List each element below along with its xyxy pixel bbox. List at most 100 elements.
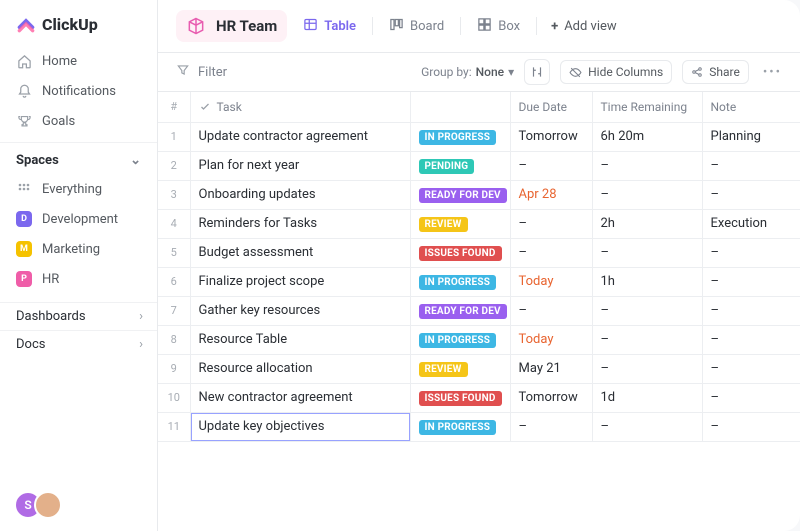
time-remaining-cell[interactable]: –: [592, 180, 702, 209]
table-row[interactable]: 5Budget assessmentISSUES FOUND–––: [158, 238, 800, 267]
spaces-header[interactable]: Spaces ⌄: [0, 142, 157, 174]
avatar[interactable]: [34, 491, 62, 519]
table-row[interactable]: 3Onboarding updatesREADY FOR DEVApr 28––: [158, 180, 800, 209]
time-remaining-cell[interactable]: –: [592, 151, 702, 180]
time-remaining-cell[interactable]: –: [592, 325, 702, 354]
table-row[interactable]: 10New contractor agreementISSUES FOUNDTo…: [158, 383, 800, 412]
status-cell[interactable]: IN PROGRESS: [410, 122, 510, 151]
table-scroll[interactable]: # Task Due Date Time Remaining Note: [158, 92, 800, 531]
note-cell[interactable]: –: [702, 180, 800, 209]
note-cell[interactable]: –: [702, 325, 800, 354]
table-row[interactable]: 4Reminders for TasksREVIEW–2hExecution: [158, 209, 800, 238]
table-row[interactable]: 1Update contractor agreementIN PROGRESST…: [158, 122, 800, 151]
due-date-cell[interactable]: Tomorrow: [510, 122, 592, 151]
table-row[interactable]: 2Plan for next yearPENDING–––: [158, 151, 800, 180]
status-cell[interactable]: PENDING: [410, 151, 510, 180]
time-remaining-cell[interactable]: 1d: [592, 383, 702, 412]
sidebar-item-bell[interactable]: Notifications: [0, 76, 157, 106]
status-cell[interactable]: REVIEW: [410, 354, 510, 383]
task-name-cell[interactable]: Budget assessment: [190, 238, 410, 267]
status-cell[interactable]: IN PROGRESS: [410, 412, 510, 441]
col-header-task[interactable]: Task: [190, 92, 410, 122]
brand-logo[interactable]: ClickUp: [0, 0, 157, 46]
due-date-cell[interactable]: May 21: [510, 354, 592, 383]
sidebar-space-marketing[interactable]: MMarketing: [0, 234, 157, 264]
due-date-cell[interactable]: –: [510, 412, 592, 441]
status-cell[interactable]: IN PROGRESS: [410, 267, 510, 296]
more-menu-button[interactable]: •••: [759, 65, 786, 80]
member-avatars[interactable]: S: [0, 479, 157, 531]
time-remaining-cell[interactable]: 6h 20m: [592, 122, 702, 151]
time-remaining-cell[interactable]: –: [592, 238, 702, 267]
note-cell[interactable]: –: [702, 354, 800, 383]
due-date-cell[interactable]: Today: [510, 325, 592, 354]
table-row[interactable]: 6Finalize project scopeIN PROGRESSToday1…: [158, 267, 800, 296]
task-name-cell[interactable]: Finalize project scope: [190, 267, 410, 296]
status-cell[interactable]: ISSUES FOUND: [410, 238, 510, 267]
time-remaining-cell[interactable]: 2h: [592, 209, 702, 238]
task-name-cell[interactable]: New contractor agreement: [190, 383, 410, 412]
view-tab-board[interactable]: Board: [387, 13, 446, 40]
col-header-index[interactable]: #: [158, 92, 190, 122]
note-cell[interactable]: –: [702, 267, 800, 296]
group-by-dropdown[interactable]: Group by: None ▾: [421, 65, 514, 79]
table-row[interactable]: 7Gather key resourcesREADY FOR DEV–––: [158, 296, 800, 325]
filter-icon[interactable]: [176, 63, 190, 81]
table-row[interactable]: 11Update key objectivesIN PROGRESS–––: [158, 412, 800, 441]
col-header-due[interactable]: Due Date: [510, 92, 592, 122]
status-cell[interactable]: IN PROGRESS: [410, 325, 510, 354]
separator: [460, 17, 461, 35]
sidebar-item-everything[interactable]: Everything: [0, 174, 157, 204]
time-remaining-cell[interactable]: –: [592, 296, 702, 325]
table-row[interactable]: 9Resource allocationREVIEWMay 21––: [158, 354, 800, 383]
sidebar-dashboards[interactable]: Dashboards ›: [0, 302, 157, 330]
task-name-cell[interactable]: Update contractor agreement: [190, 122, 410, 151]
due-date-cell[interactable]: –: [510, 238, 592, 267]
note-cell[interactable]: –: [702, 151, 800, 180]
add-view-button[interactable]: + Add view: [551, 19, 617, 34]
sidebar-item-trophy[interactable]: Goals: [0, 106, 157, 136]
table-row[interactable]: 8Resource TableIN PROGRESSToday––: [158, 325, 800, 354]
space-chip[interactable]: HR Team: [176, 10, 287, 42]
col-header-time[interactable]: Time Remaining: [592, 92, 702, 122]
due-date-cell[interactable]: Tomorrow: [510, 383, 592, 412]
note-cell[interactable]: –: [702, 238, 800, 267]
time-remaining-cell[interactable]: –: [592, 354, 702, 383]
col-header-note[interactable]: Note: [702, 92, 800, 122]
status-cell[interactable]: READY FOR DEV: [410, 296, 510, 325]
note-cell[interactable]: Planning: [702, 122, 800, 151]
share-button[interactable]: Share: [682, 60, 749, 84]
task-name-cell[interactable]: Update key objectives: [190, 412, 410, 441]
sidebar-space-development[interactable]: DDevelopment: [0, 204, 157, 234]
due-date-cell[interactable]: –: [510, 296, 592, 325]
view-tab-box[interactable]: Box: [475, 13, 522, 40]
task-name-cell[interactable]: Gather key resources: [190, 296, 410, 325]
status-cell[interactable]: ISSUES FOUND: [410, 383, 510, 412]
group-by-prefix: Group by:: [421, 65, 472, 79]
note-cell[interactable]: –: [702, 296, 800, 325]
view-tab-table[interactable]: Table: [301, 13, 358, 40]
time-remaining-cell[interactable]: –: [592, 412, 702, 441]
note-cell[interactable]: –: [702, 383, 800, 412]
status-cell[interactable]: READY FOR DEV: [410, 180, 510, 209]
task-name-cell[interactable]: Resource Table: [190, 325, 410, 354]
due-date-cell[interactable]: –: [510, 151, 592, 180]
filter-label[interactable]: Filter: [198, 65, 227, 80]
sidebar-item-home[interactable]: Home: [0, 46, 157, 76]
time-remaining-cell[interactable]: 1h: [592, 267, 702, 296]
due-date-cell[interactable]: Today: [510, 267, 592, 296]
due-date-cell[interactable]: Apr 28: [510, 180, 592, 209]
note-cell[interactable]: –: [702, 412, 800, 441]
task-name-cell[interactable]: Resource allocation: [190, 354, 410, 383]
task-name-cell[interactable]: Onboarding updates: [190, 180, 410, 209]
settings-toggle-button[interactable]: [524, 59, 550, 85]
due-date-cell[interactable]: –: [510, 209, 592, 238]
task-name-cell[interactable]: Plan for next year: [190, 151, 410, 180]
col-header-status[interactable]: [410, 92, 510, 122]
status-cell[interactable]: REVIEW: [410, 209, 510, 238]
sidebar-docs[interactable]: Docs ›: [0, 330, 157, 358]
hide-columns-button[interactable]: Hide Columns: [560, 60, 672, 84]
note-cell[interactable]: Execution: [702, 209, 800, 238]
sidebar-space-hr[interactable]: PHR: [0, 264, 157, 294]
task-name-cell[interactable]: Reminders for Tasks: [190, 209, 410, 238]
